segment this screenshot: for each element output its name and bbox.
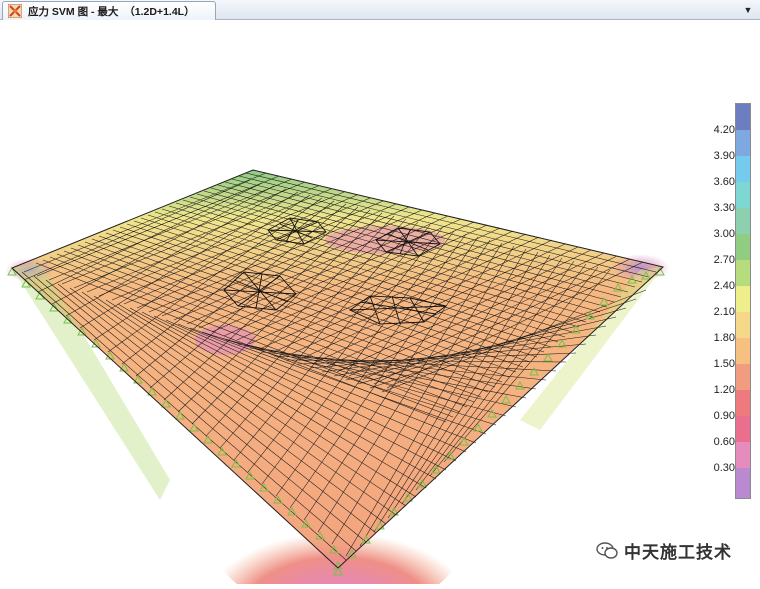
model-viewport[interactable] [0,20,760,589]
wechat-icon [596,541,618,559]
legend-swatch [736,312,750,338]
model-icon [8,4,22,18]
tab-title: 应力 SVM 图 - 最大 （1.2D+1.4L） [28,5,195,18]
stress-contour-plot [5,169,670,589]
legend-swatch [736,208,750,234]
chevron-down-icon[interactable]: ▼ [742,3,754,17]
color-legend [735,103,751,499]
legend-label: 0.90 [713,410,735,422]
legend-label: 1.50 [713,358,735,370]
watermark: 中天施工技术 [596,538,732,563]
legend-label: 3.60 [713,176,735,188]
legend-label: 3.30 [713,202,735,214]
legend-swatch [736,364,750,390]
legend-label: 3.90 [713,150,735,162]
legend-label: 2.40 [713,280,735,292]
legend-label: 3.00 [713,228,735,240]
watermark-text: 中天施工技术 [624,543,732,562]
legend-swatch [736,260,750,286]
legend-label: 2.70 [713,254,735,266]
legend-label: 4.20 [713,124,735,136]
legend-label: 1.20 [713,384,735,396]
legend-swatch [736,182,750,208]
legend-swatch [736,286,750,312]
legend-swatch [736,104,750,130]
legend-swatch [736,234,750,260]
legend-swatch [736,468,750,498]
legend-swatch [736,416,750,442]
legend-label: 0.60 [713,436,735,448]
legend-swatch [736,338,750,364]
legend-swatch [736,442,750,468]
tab-bar: 应力 SVM 图 - 最大 （1.2D+1.4L） ▼ [0,0,760,20]
legend-label: 0.30 [713,462,735,474]
legend-swatch [736,156,750,182]
legend-swatch [736,130,750,156]
tab-stress-svm[interactable]: 应力 SVM 图 - 最大 （1.2D+1.4L） [2,1,216,20]
legend-label: 1.80 [713,332,735,344]
legend-swatch [736,390,750,416]
legend-label: 2.10 [713,306,735,318]
